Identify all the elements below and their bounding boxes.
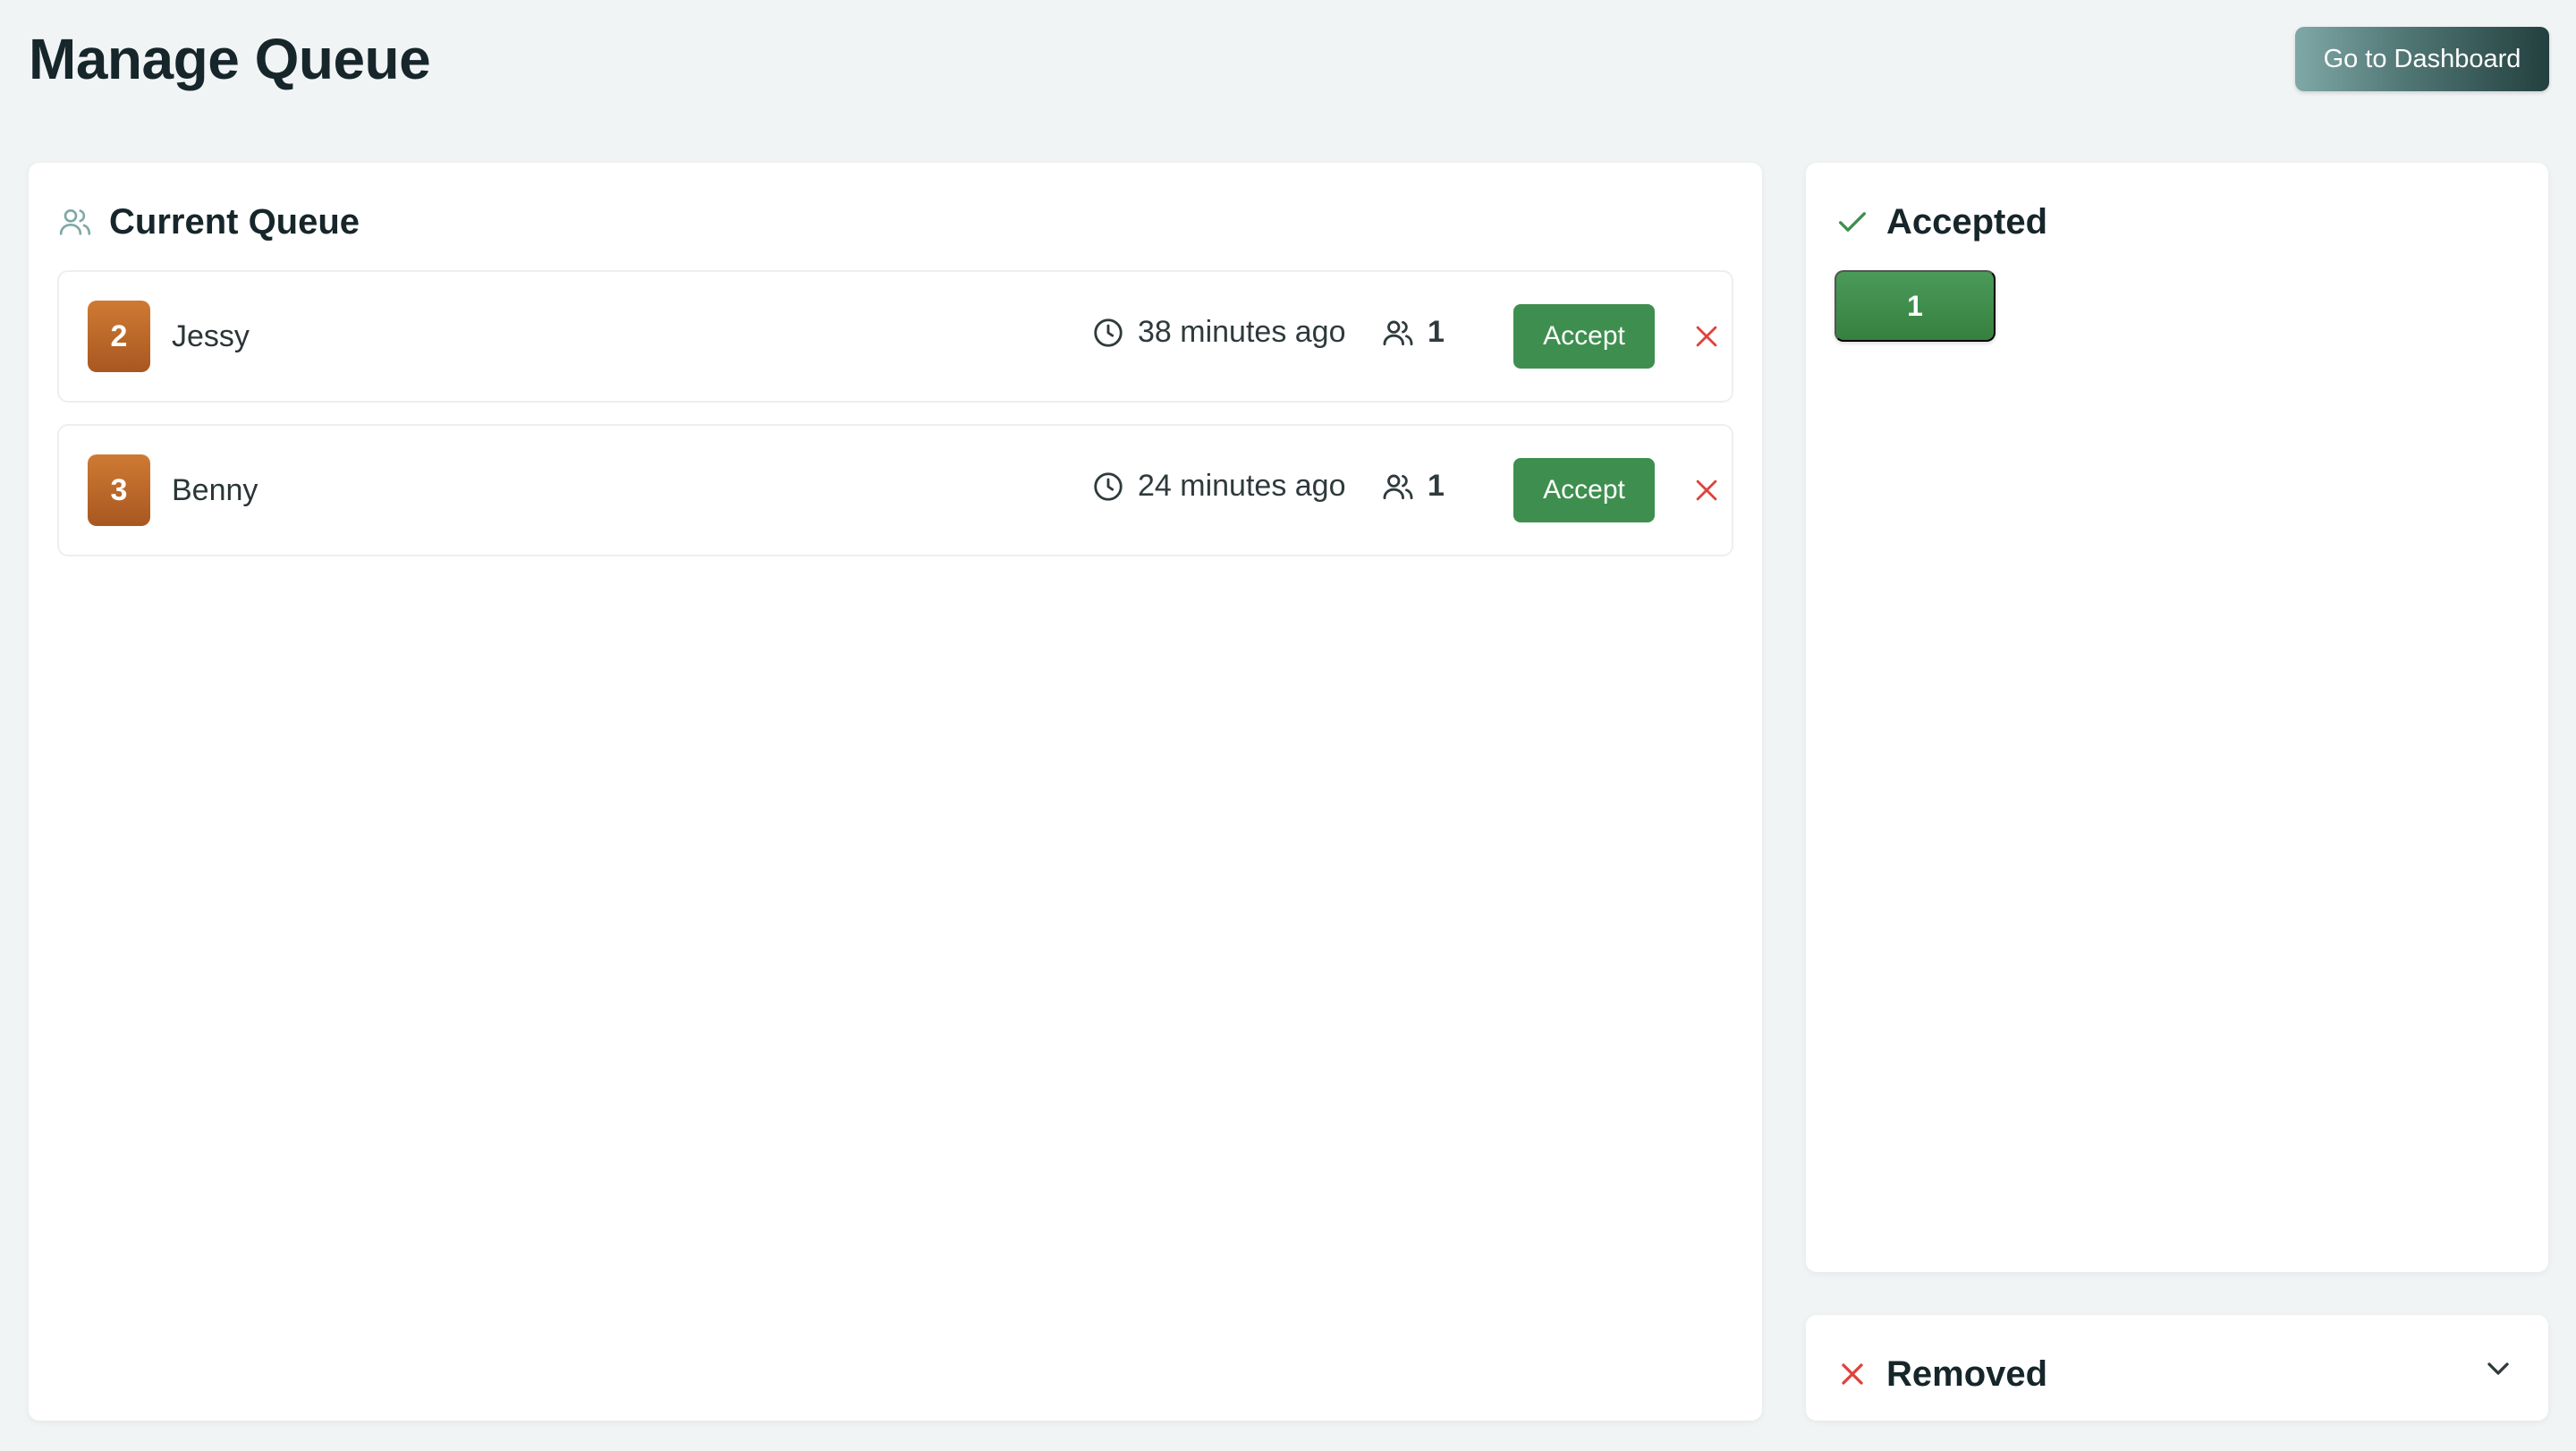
- removed-header: Removed: [1835, 1347, 2047, 1401]
- party-size: 1: [1381, 469, 1445, 504]
- check-icon: [1835, 204, 1870, 240]
- users-icon: [1381, 470, 1415, 504]
- current-queue-panel: Current Queue 2 Jessy 38 minutes ago 1 A…: [29, 163, 1762, 1421]
- current-queue-header: Current Queue: [57, 195, 360, 249]
- queue-number-badge: 2: [88, 301, 150, 372]
- party-size-count: 1: [1428, 469, 1445, 503]
- manage-queue-page: Manage Queue Go to Dashboard Current Que…: [0, 0, 2576, 1451]
- page-title: Manage Queue: [29, 27, 431, 91]
- queue-number-badge: 3: [88, 454, 150, 526]
- close-icon: [1696, 479, 1717, 501]
- users-icon: [1381, 316, 1415, 350]
- wait-time: 24 minutes ago: [1091, 469, 1346, 504]
- removed-title: Removed: [1886, 1353, 2048, 1394]
- remove-button[interactable]: [1682, 311, 1732, 361]
- clock-icon: [1091, 470, 1125, 504]
- chevron-down-icon[interactable]: [2480, 1351, 2516, 1387]
- queue-row: 3 Benny 24 minutes ago 1 Accept: [57, 424, 1733, 556]
- guest-name: Jessy: [172, 319, 250, 353]
- current-queue-title: Current Queue: [109, 201, 360, 242]
- accepted-title: Accepted: [1886, 201, 2048, 242]
- removed-panel[interactable]: Removed: [1806, 1315, 2548, 1421]
- guest-name: Benny: [172, 473, 258, 507]
- wait-time: 38 minutes ago: [1091, 315, 1346, 350]
- wait-time-text: 38 minutes ago: [1138, 315, 1346, 349]
- clock-icon: [1091, 316, 1125, 350]
- accepted-header: Accepted: [1835, 195, 2047, 249]
- remove-button[interactable]: [1682, 465, 1732, 515]
- go-to-dashboard-button[interactable]: Go to Dashboard: [2295, 27, 2549, 91]
- wait-time-text: 24 minutes ago: [1138, 469, 1346, 503]
- users-icon: [57, 204, 93, 240]
- accept-button[interactable]: Accept: [1513, 304, 1655, 369]
- queue-row: 2 Jessy 38 minutes ago 1 Accept: [57, 270, 1733, 403]
- close-icon: [1696, 326, 1717, 347]
- accepted-panel: Accepted 1: [1806, 163, 2548, 1272]
- x-icon: [1835, 1356, 1870, 1392]
- party-size: 1: [1381, 315, 1445, 350]
- party-size-count: 1: [1428, 315, 1445, 349]
- accepted-item-chip[interactable]: 1: [1835, 270, 1996, 342]
- accept-button[interactable]: Accept: [1513, 458, 1655, 522]
